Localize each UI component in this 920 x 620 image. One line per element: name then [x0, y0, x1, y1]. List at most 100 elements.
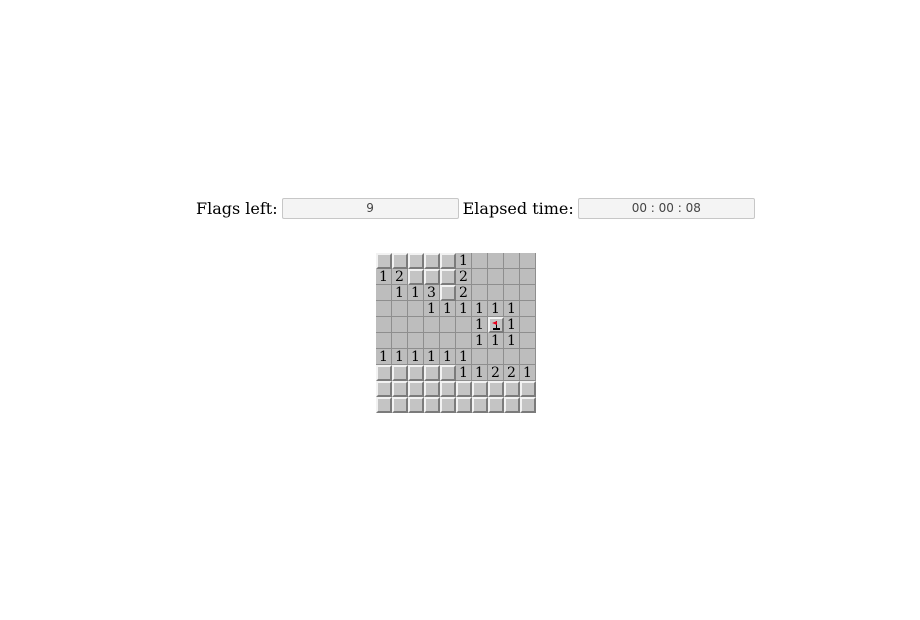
number-tile[interactable]: 3	[424, 285, 440, 301]
number-tile[interactable]: 1	[392, 285, 408, 301]
hidden-tile[interactable]	[440, 253, 456, 269]
number-tile[interactable]: 1	[504, 333, 520, 349]
empty-tile[interactable]	[456, 317, 472, 333]
number-tile[interactable]: 1	[392, 349, 408, 365]
number-tile[interactable]: 1	[376, 349, 392, 365]
empty-tile[interactable]	[408, 317, 424, 333]
number-tile[interactable]: 1	[504, 317, 520, 333]
empty-tile[interactable]	[520, 317, 536, 333]
empty-tile[interactable]	[488, 349, 504, 365]
empty-tile[interactable]	[424, 317, 440, 333]
empty-tile[interactable]	[376, 317, 392, 333]
number-tile[interactable]: 1	[520, 365, 536, 381]
empty-tile[interactable]	[392, 301, 408, 317]
empty-tile[interactable]	[504, 349, 520, 365]
empty-tile[interactable]	[392, 317, 408, 333]
hidden-tile[interactable]	[424, 269, 440, 285]
empty-tile[interactable]	[488, 285, 504, 301]
empty-tile[interactable]	[392, 333, 408, 349]
empty-tile[interactable]	[376, 301, 392, 317]
number-tile[interactable]: 1	[408, 349, 424, 365]
empty-tile[interactable]	[424, 333, 440, 349]
hidden-tile[interactable]	[424, 397, 440, 413]
number-tile[interactable]: 1	[472, 317, 488, 333]
empty-tile[interactable]	[520, 301, 536, 317]
hidden-tile[interactable]	[392, 365, 408, 381]
hidden-tile[interactable]	[376, 365, 392, 381]
number-tile[interactable]: 2	[392, 269, 408, 285]
hidden-tile[interactable]	[520, 397, 536, 413]
hidden-tile[interactable]	[424, 381, 440, 397]
hidden-tile[interactable]	[488, 381, 504, 397]
hidden-tile[interactable]	[408, 269, 424, 285]
number-tile[interactable]: 1	[408, 285, 424, 301]
empty-tile[interactable]	[472, 253, 488, 269]
empty-tile[interactable]	[408, 333, 424, 349]
number-tile[interactable]: 1	[488, 301, 504, 317]
hidden-tile[interactable]	[504, 397, 520, 413]
empty-tile[interactable]	[456, 333, 472, 349]
hidden-tile[interactable]	[408, 365, 424, 381]
empty-tile[interactable]	[472, 269, 488, 285]
number-tile[interactable]: 1	[376, 269, 392, 285]
hidden-tile[interactable]	[440, 285, 456, 301]
empty-tile[interactable]	[472, 349, 488, 365]
number-tile[interactable]: 1	[424, 301, 440, 317]
empty-tile[interactable]	[520, 333, 536, 349]
minesweeper-board[interactable]: 112211321111111111111111111221	[376, 253, 536, 413]
hidden-tile[interactable]	[504, 381, 520, 397]
number-tile[interactable]: 1	[488, 333, 504, 349]
hidden-tile[interactable]	[440, 397, 456, 413]
hidden-tile[interactable]	[488, 397, 504, 413]
number-tile[interactable]: 1	[456, 349, 472, 365]
hidden-tile[interactable]	[472, 381, 488, 397]
empty-tile[interactable]	[504, 285, 520, 301]
hidden-tile[interactable]	[376, 397, 392, 413]
number-tile[interactable]: 1	[424, 349, 440, 365]
number-tile[interactable]: 2	[456, 269, 472, 285]
empty-tile[interactable]	[504, 269, 520, 285]
hidden-tile[interactable]	[472, 397, 488, 413]
empty-tile[interactable]	[504, 253, 520, 269]
hidden-tile[interactable]	[440, 269, 456, 285]
number-tile[interactable]: 1	[504, 301, 520, 317]
number-tile[interactable]: 1	[440, 349, 456, 365]
empty-tile[interactable]	[376, 285, 392, 301]
empty-tile[interactable]	[520, 285, 536, 301]
hidden-tile[interactable]	[408, 397, 424, 413]
hidden-tile[interactable]	[440, 381, 456, 397]
hidden-tile[interactable]	[456, 397, 472, 413]
number-tile[interactable]: 1	[456, 365, 472, 381]
empty-tile[interactable]	[520, 269, 536, 285]
hidden-tile[interactable]	[392, 253, 408, 269]
hidden-tile[interactable]	[376, 253, 392, 269]
empty-tile[interactable]	[488, 253, 504, 269]
hidden-tile[interactable]	[424, 365, 440, 381]
flagged-tile[interactable]	[488, 317, 504, 333]
empty-tile[interactable]	[376, 333, 392, 349]
number-tile[interactable]: 1	[472, 333, 488, 349]
hidden-tile[interactable]	[392, 397, 408, 413]
empty-tile[interactable]	[520, 349, 536, 365]
number-tile[interactable]: 1	[472, 365, 488, 381]
empty-tile[interactable]	[408, 301, 424, 317]
empty-tile[interactable]	[440, 317, 456, 333]
empty-tile[interactable]	[520, 253, 536, 269]
hidden-tile[interactable]	[408, 253, 424, 269]
hidden-tile[interactable]	[520, 381, 536, 397]
hidden-tile[interactable]	[424, 253, 440, 269]
number-tile[interactable]: 1	[456, 253, 472, 269]
number-tile[interactable]: 1	[472, 301, 488, 317]
number-tile[interactable]: 2	[456, 285, 472, 301]
empty-tile[interactable]	[440, 333, 456, 349]
number-tile[interactable]: 1	[456, 301, 472, 317]
hidden-tile[interactable]	[376, 381, 392, 397]
empty-tile[interactable]	[488, 269, 504, 285]
number-tile[interactable]: 1	[440, 301, 456, 317]
hidden-tile[interactable]	[392, 381, 408, 397]
hidden-tile[interactable]	[408, 381, 424, 397]
hidden-tile[interactable]	[456, 381, 472, 397]
empty-tile[interactable]	[472, 285, 488, 301]
number-tile[interactable]: 2	[488, 365, 504, 381]
hidden-tile[interactable]	[440, 365, 456, 381]
